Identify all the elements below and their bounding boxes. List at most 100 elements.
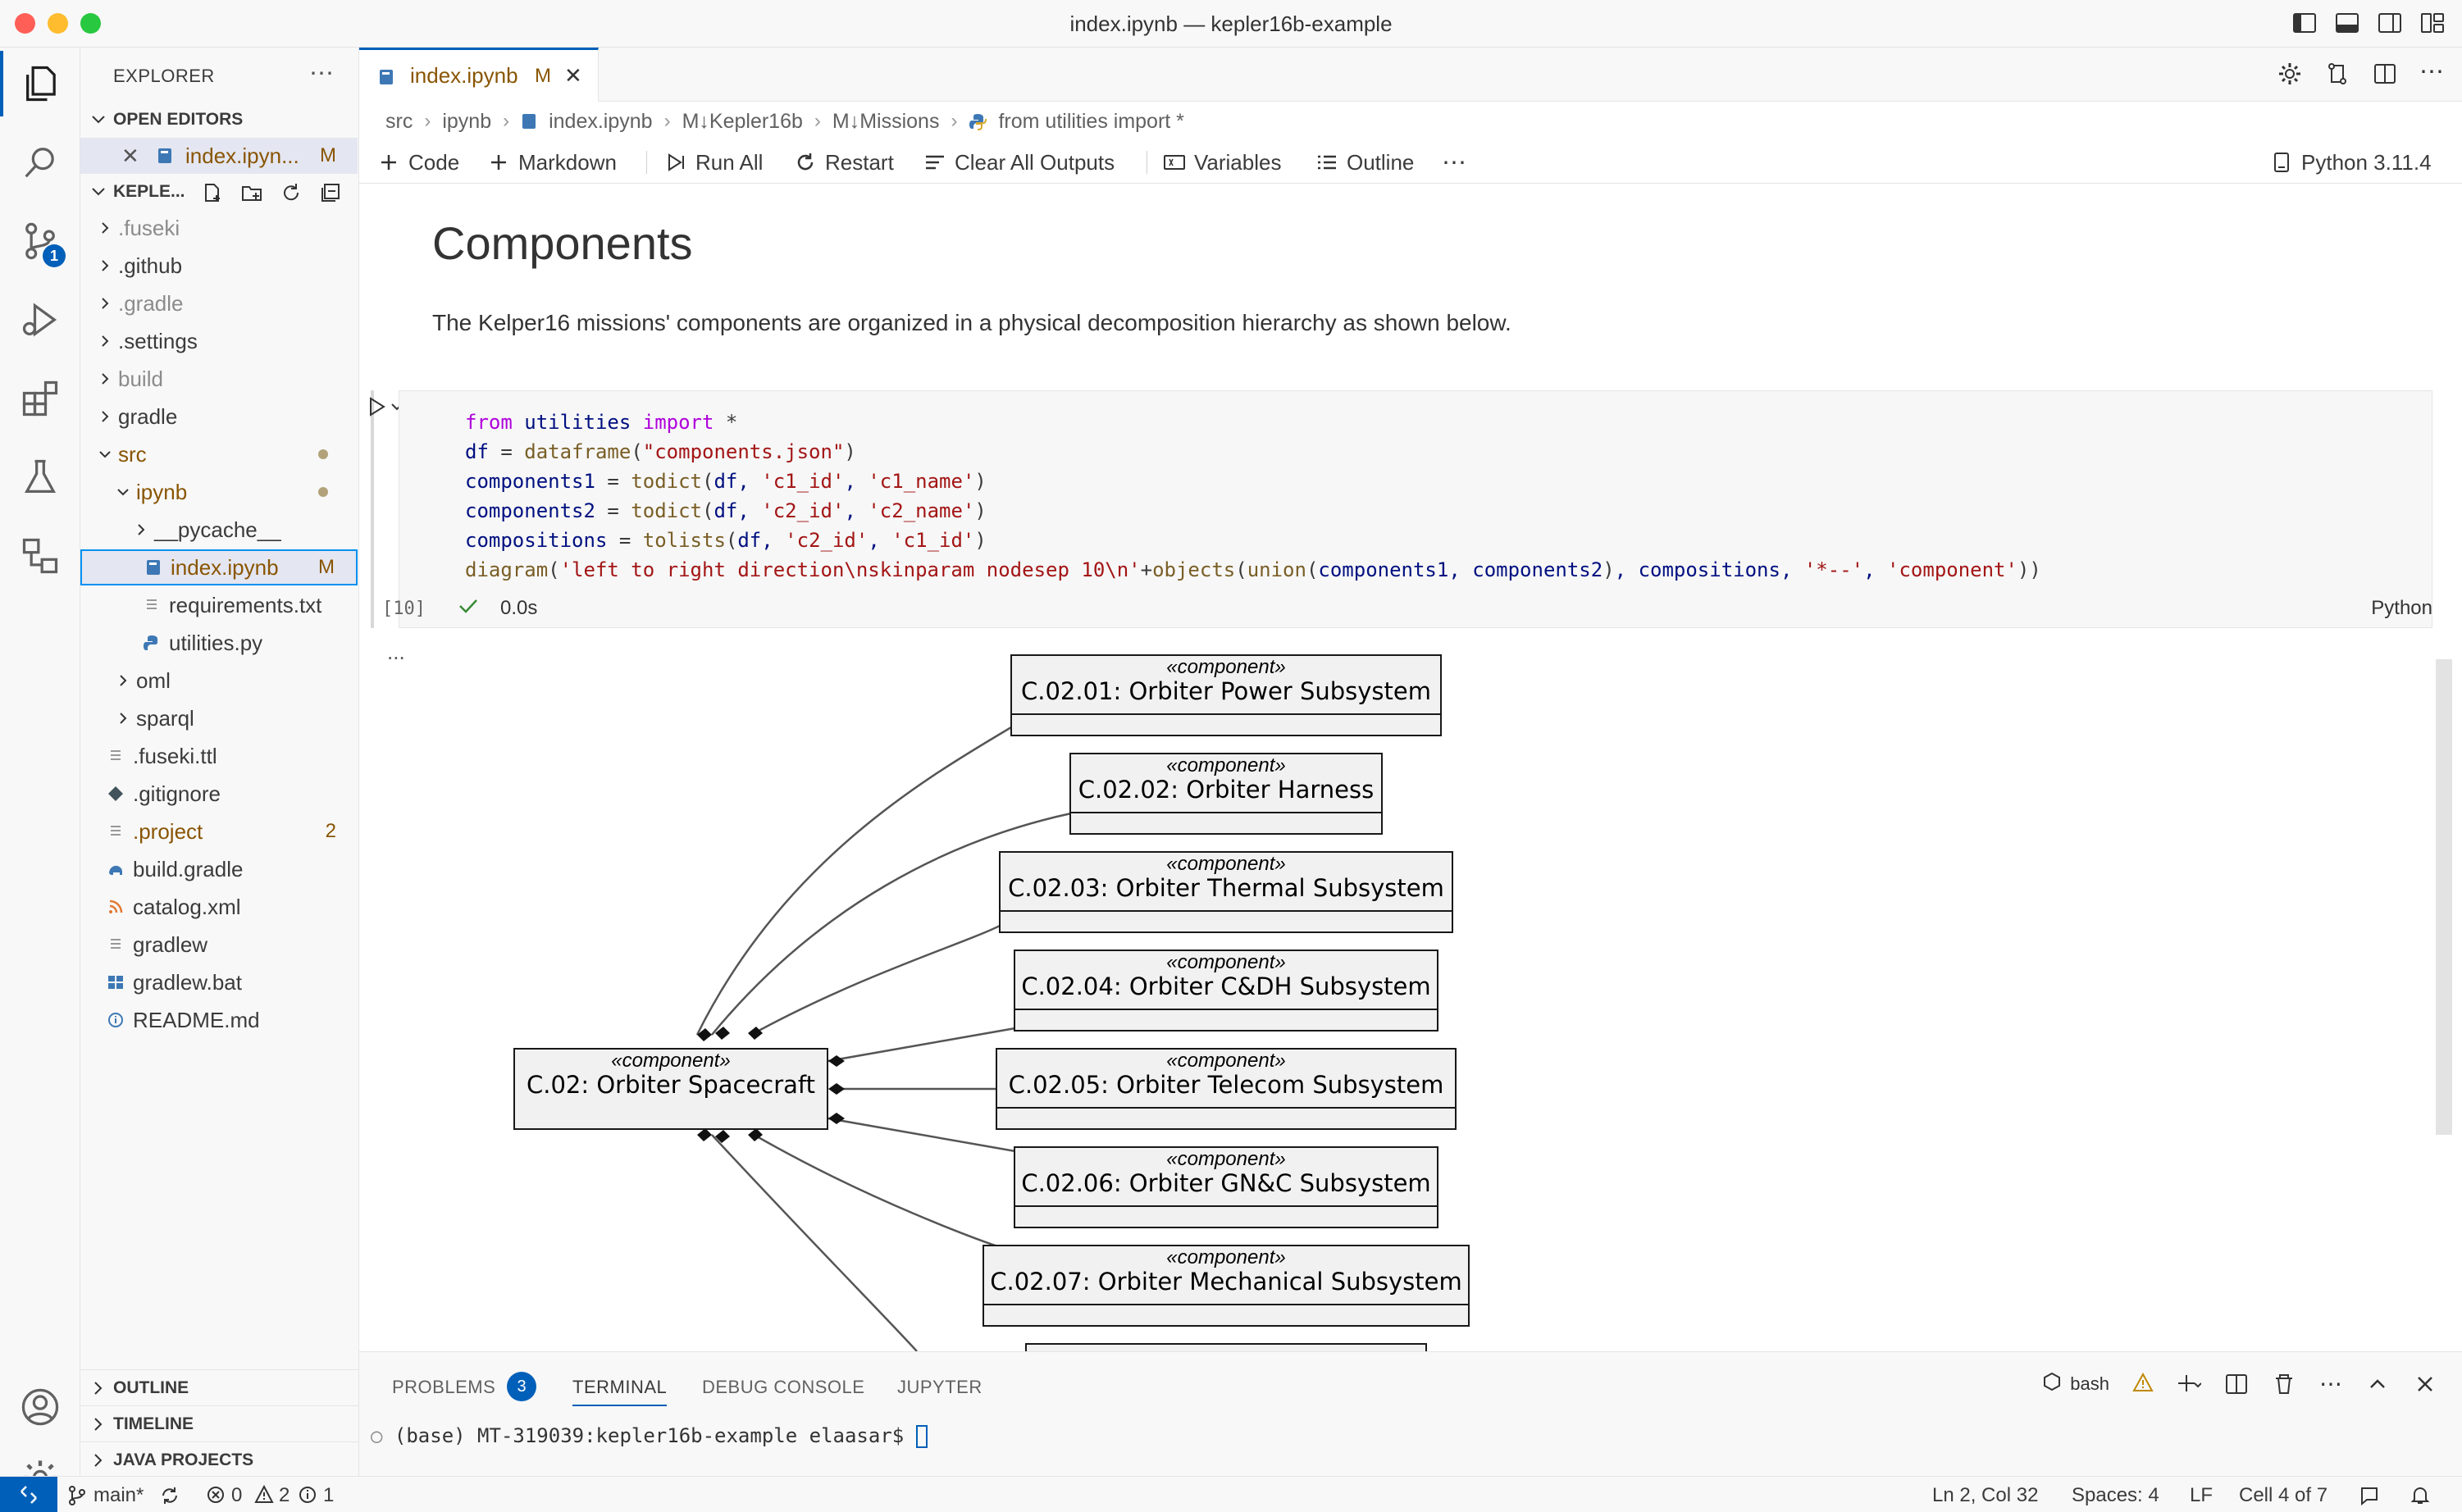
toggle-primary-sidebar-icon[interactable]: [2291, 10, 2318, 36]
toggle-secondary-sidebar-icon[interactable]: [2377, 10, 2403, 36]
accounts-activity[interactable]: [0, 1374, 80, 1440]
chevron-right-icon: [94, 1417, 103, 1431]
open-editor-name: index.ipyn...: [185, 143, 299, 168]
split-editor-icon[interactable]: [2372, 61, 2398, 87]
cursor-position[interactable]: Ln 2, Col 32: [1932, 1484, 2038, 1507]
split-terminal-icon[interactable]: [2224, 1372, 2249, 1396]
tree-item[interactable]: ipynb: [80, 474, 358, 510]
vertical-scrollbar[interactable]: [2436, 659, 2452, 1135]
tree-item[interactable]: gradle: [80, 398, 358, 435]
indentation[interactable]: Spaces: 4: [2072, 1484, 2159, 1507]
tree-item[interactable]: .project 2: [80, 813, 358, 849]
breadcrumb-file[interactable]: index.ipynb: [549, 110, 652, 134]
explorer-more-icon[interactable]: ⋯: [309, 59, 334, 88]
tree-item[interactable]: src: [80, 436, 358, 472]
customize-layout-icon[interactable]: [2419, 10, 2446, 36]
close-tab-icon[interactable]: ✕: [564, 63, 582, 89]
tab-debug-console[interactable]: DEBUG CONSOLE: [702, 1377, 864, 1398]
breadcrumb-kepler16b[interactable]: M↓Kepler16b: [682, 110, 803, 134]
outline-section[interactable]: OUTLINE: [80, 1369, 359, 1405]
tree-item-label: gradle: [118, 403, 178, 429]
new-folder-icon[interactable]: [241, 182, 262, 203]
notebook-settings-icon[interactable]: [2277, 61, 2303, 87]
collapse-all-icon[interactable]: [320, 182, 341, 203]
tab-jupyter[interactable]: JUPYTER: [897, 1377, 983, 1398]
breadcrumb-src[interactable]: src: [385, 110, 413, 134]
tree-item[interactable]: .settings: [80, 323, 358, 359]
panel-more-icon[interactable]: ⋯: [2319, 1370, 2342, 1397]
add-code-cell-button[interactable]: Code: [377, 148, 459, 177]
variables-button[interactable]: Variables: [1163, 148, 1281, 177]
warning-count[interactable]: 2: [279, 1484, 290, 1507]
tab-terminal[interactable]: TERMINAL: [572, 1377, 668, 1406]
tree-item[interactable]: gradlew.bat: [80, 964, 358, 1000]
source-control-activity[interactable]: 1: [0, 208, 80, 274]
java-projects-section[interactable]: JAVA PROJECTS: [80, 1441, 359, 1478]
component-name: C.02.06: Orbiter GN&C Subsystem: [1021, 1169, 1431, 1197]
tree-item[interactable]: sparql: [80, 700, 358, 736]
extensions-activity[interactable]: [0, 366, 80, 431]
git-branch[interactable]: main*: [93, 1484, 144, 1507]
tree-item[interactable]: .fuseki.ttl: [80, 738, 358, 774]
sync-icon[interactable]: [159, 1485, 180, 1506]
tree-item[interactable]: catalog.xml: [80, 889, 358, 925]
end-of-line[interactable]: LF: [2190, 1484, 2213, 1507]
notifications-bell-icon[interactable]: [2410, 1485, 2431, 1506]
remote-indicator[interactable]: [0, 1477, 57, 1512]
refresh-icon[interactable]: [280, 182, 302, 203]
restart-button[interactable]: Restart: [794, 148, 894, 177]
tree-item[interactable]: .gradle: [80, 285, 358, 321]
terminal-shell-name[interactable]: bash: [2070, 1373, 2109, 1395]
toggle-panel-icon[interactable]: [2334, 10, 2360, 36]
tree-item[interactable]: index.ipynb M: [80, 549, 358, 585]
tree-item[interactable]: oml: [80, 663, 358, 699]
toolbar-more-button[interactable]: ⋯: [1442, 148, 1466, 177]
tree-item[interactable]: README.md: [80, 1002, 358, 1038]
timeline-section[interactable]: TIMELINE: [80, 1405, 359, 1441]
outline-button[interactable]: Outline: [1315, 148, 1414, 177]
new-terminal-icon[interactable]: [2177, 1372, 2202, 1396]
new-file-icon[interactable]: [202, 182, 223, 203]
status-bar: main* 0 2 1 Ln 2, Col 32 Spaces: 4 LF Ce…: [0, 1476, 2462, 1512]
breadcrumb-cell[interactable]: from utilities import *: [998, 110, 1183, 134]
kernel-picker[interactable]: Python 3.11.4: [2270, 148, 2432, 177]
clear-all-outputs-button[interactable]: Clear All Outputs: [923, 148, 1115, 177]
breadcrumb-ipynb[interactable]: ipynb: [442, 110, 491, 134]
explorer-sidebar: EXPLORER ⋯ OPEN EDITORS ✕ index.ipyn... …: [80, 48, 359, 1476]
close-editor-icon[interactable]: ✕: [121, 143, 139, 169]
plus-icon: [381, 155, 396, 170]
breadcrumb-missions[interactable]: M↓Missions: [832, 110, 940, 134]
tree-item[interactable]: build: [80, 361, 358, 397]
more-actions-icon[interactable]: ⋯: [2419, 60, 2446, 87]
maximize-panel-icon[interactable]: [2365, 1372, 2390, 1396]
testing-activity[interactable]: [0, 444, 80, 510]
tree-item[interactable]: .github: [80, 248, 358, 284]
stereotype-label: «component»: [1166, 1050, 1286, 1072]
run-debug-activity[interactable]: [0, 287, 80, 353]
error-count[interactable]: 0: [231, 1484, 242, 1507]
open-editors-section[interactable]: OPEN EDITORS: [80, 102, 359, 138]
explorer-activity[interactable]: [0, 51, 80, 116]
tab-problems[interactable]: PROBLEMS: [392, 1377, 495, 1398]
kill-terminal-icon[interactable]: [2272, 1372, 2296, 1396]
tree-item[interactable]: __pycache__: [80, 512, 358, 548]
remote-explorer-activity[interactable]: [0, 523, 80, 589]
terminal-output[interactable]: ○ (base) MT-319039:kepler16b-example ela…: [371, 1424, 928, 1448]
tree-item[interactable]: .fuseki: [80, 210, 358, 246]
add-markdown-cell-button[interactable]: Markdown: [487, 148, 617, 177]
tree-item[interactable]: utilities.py: [80, 625, 358, 661]
close-panel-icon[interactable]: [2413, 1372, 2437, 1396]
tab-index-ipynb[interactable]: index.ipynb M ✕: [359, 48, 599, 102]
open-editor-item[interactable]: ✕ index.ipyn... M: [80, 138, 358, 174]
info-count[interactable]: 1: [323, 1484, 334, 1507]
feedback-icon[interactable]: [2359, 1485, 2380, 1506]
run-all-button[interactable]: Run All: [664, 148, 763, 177]
tree-item[interactable]: requirements.txt: [80, 587, 358, 623]
tree-item[interactable]: build.gradle: [80, 851, 358, 887]
open-changes-icon[interactable]: [2324, 61, 2350, 87]
search-activity[interactable]: [0, 130, 80, 195]
tree-item[interactable]: gradlew: [80, 927, 358, 963]
tree-item[interactable]: .gitignore: [80, 776, 358, 812]
component-name: C.02.05: Orbiter Telecom Subsystem: [1008, 1071, 1444, 1099]
cell-indicator[interactable]: Cell 4 of 7: [2239, 1484, 2328, 1507]
